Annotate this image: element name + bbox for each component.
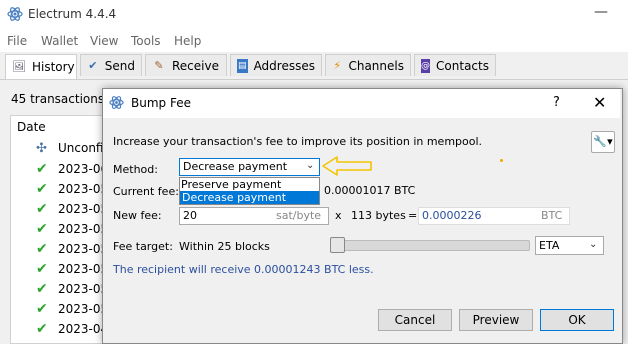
ok-button[interactable]: OK [540,309,614,331]
annotation-dot [500,159,503,162]
list-item[interactable]: ✔ 2023-05- [36,220,112,238]
tab-label: Contacts [436,58,489,73]
fee-rate-unit: sat/byte [276,209,322,222]
close-icon[interactable]: ✕ [593,93,606,112]
history-icon: 🖼 [12,60,26,73]
menu-help[interactable]: Help [174,34,201,48]
recipient-note: The recipient will receive 0.00001243 BT… [113,263,374,276]
chevron-down-icon[interactable]: ⌄ [306,160,314,171]
method-label: Method: [113,163,158,176]
date-column-header[interactable]: Date [17,120,46,134]
tab-channels[interactable]: ⚡ Channels [325,54,411,76]
tab-label: Addresses [253,58,315,73]
tab-label: History [31,60,75,74]
list-item[interactable]: ✔ 2023-05- [36,200,112,218]
tab-history[interactable]: 🖼 History [5,54,77,79]
menu-file[interactable]: File [7,34,27,48]
electrum-logo-icon [7,7,23,21]
fee-slider-handle[interactable] [330,237,345,253]
tab-label: Receive [172,58,219,73]
fee-slider-track[interactable] [330,240,530,251]
tab-label: Send [104,58,135,73]
tab-send[interactable]: ✔ Send [80,54,142,76]
list-item[interactable]: ✔ 2023-05- [36,180,112,198]
annotation-arrow-icon [322,156,372,176]
multiply-sign: x [335,209,342,222]
lightning-icon: ⚡ [333,58,342,72]
list-item[interactable]: ✔ 2023-05- [36,260,112,278]
menu-wallet[interactable]: Wallet [41,34,78,48]
method-option-preserve[interactable]: Preserve payment [181,178,281,191]
new-fee-label: New fee: [113,209,162,222]
tab-contacts[interactable]: @ Contacts [414,54,496,76]
method-option-decrease[interactable]: Decrease payment [180,191,319,204]
confirmed-check-icon: ✔ [36,281,48,297]
confirmed-check-icon: ✔ [36,181,48,197]
app-title: Electrum 4.4.4 [28,7,117,21]
menu-view[interactable]: View [90,34,118,48]
equals-sign: = [408,209,418,222]
help-button[interactable]: ? [553,95,560,110]
tools-menu-button[interactable]: 🔧▾ [591,131,615,153]
transaction-count: 45 transactions [11,92,105,106]
current-fee-label: Current fee: [113,185,179,198]
confirmed-check-icon: ✔ [36,301,48,317]
dialog-intro-text: Increase your transaction's fee to impro… [113,135,483,148]
tab-label: Channels [348,58,404,73]
chevron-down-icon[interactable]: ⌄ [589,239,597,250]
confirmed-check-icon: ✔ [36,321,48,337]
fee-btc-value: 0.0000226 [422,209,482,222]
current-fee-value: 0.00001017 BTC [324,184,416,197]
preview-button[interactable]: Preview [459,309,533,331]
receive-icon: ✎ [154,58,164,72]
minimize-button[interactable]: — [594,4,608,20]
menu-tools[interactable]: Tools [131,34,161,48]
send-icon: ✔ [88,58,98,72]
confirmed-check-icon: ✔ [36,261,48,277]
cancel-button[interactable]: Cancel [378,309,452,331]
list-item[interactable]: ✔ 2023-05- [36,240,112,258]
tab-receive[interactable]: ✎ Receive [145,54,227,76]
list-item[interactable]: ✣ Unconfi [36,139,104,157]
wrench-icon: 🔧▾ [593,135,613,148]
electrum-logo-icon [109,96,124,109]
list-item[interactable]: ✔ 2023-04- [36,320,112,338]
list-item[interactable]: ✔ 2023-05- [36,300,112,318]
dialog-title: Bump Fee [131,96,191,110]
confirmed-check-icon: ✔ [36,201,48,217]
fee-rate-value: 20 [183,209,197,222]
fee-btc-unit: BTC [541,209,563,222]
confirmed-check-icon: ✔ [36,221,48,237]
unconfirmed-icon: ✣ [36,140,47,156]
fee-target-value: Within 25 blocks [179,240,270,253]
addresses-icon: ▤ [237,58,248,73]
confirmed-check-icon: ✔ [36,241,48,257]
tab-addresses[interactable]: ▤ Addresses [230,54,322,76]
tx-size: 113 bytes [351,209,406,222]
contacts-icon: @ [421,58,431,73]
list-item[interactable]: ✔ 2023-05- [36,280,112,298]
method-select[interactable]: Decrease payment [179,158,320,176]
fee-target-label: Fee target: [113,240,173,253]
list-item[interactable]: ✔ 2023-06- [36,160,112,178]
row-date: Unconfi [58,141,104,155]
confirmed-check-icon: ✔ [36,161,48,177]
